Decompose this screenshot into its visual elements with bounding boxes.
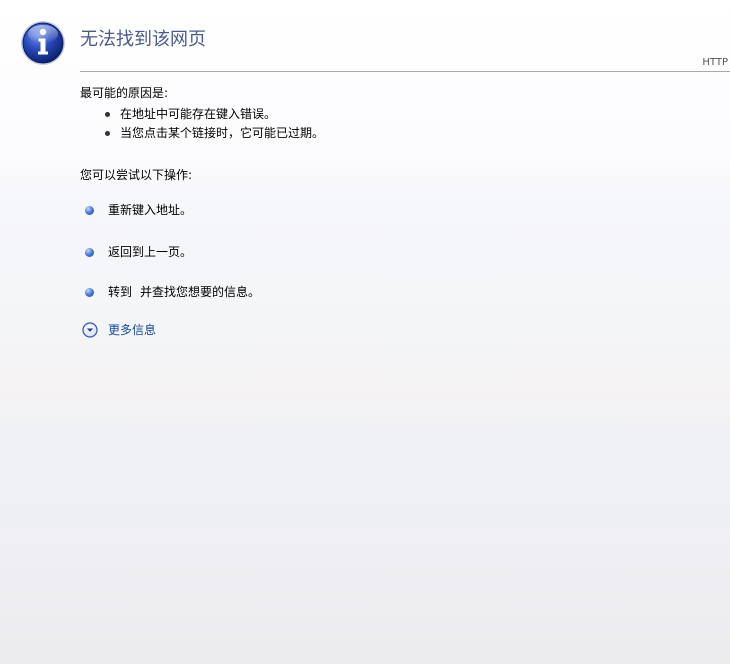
bullet-dot-icon (105, 131, 110, 136)
action-search-prefix: 转到 (108, 285, 133, 299)
title-divider (80, 71, 730, 72)
bullet-dot-icon (105, 112, 110, 117)
info-icon (21, 21, 65, 65)
causes-heading: 最可能的原因是: (80, 86, 169, 100)
cause-text: 在地址中可能存在键入错误。 (120, 107, 277, 121)
list-item: 在地址中可能存在键入错误。 (104, 107, 324, 126)
actions-heading: 您可以尝试以下操作: (80, 168, 193, 182)
expand-down-icon[interactable] (82, 322, 98, 338)
error-code: HTTP (702, 57, 728, 68)
more-info-link[interactable]: 更多信息 (108, 323, 156, 337)
more-info-toggle[interactable]: 更多信息 (82, 322, 156, 338)
blue-ball-bullet-icon (85, 205, 94, 215)
blue-ball-bullet-icon (85, 287, 94, 297)
action-search-suffix: 并查找您想要的信息。 (140, 285, 261, 299)
action-go-back: 返回到上一页。 (85, 244, 192, 260)
blue-ball-bullet-icon (85, 247, 94, 257)
action-text: 返回到上一页。 (108, 245, 193, 259)
action-text: 转到 并查找您想要的信息。 (108, 285, 260, 299)
page-title: 无法找到该网页 (80, 29, 206, 50)
list-item: 当您点击某个链接时，它可能已过期。 (104, 126, 324, 145)
action-search: 转到 并查找您想要的信息。 (85, 284, 260, 300)
cause-text: 当您点击某个链接时，它可能已过期。 (120, 126, 325, 140)
causes-list: 在地址中可能存在键入错误。 当您点击某个链接时，它可能已过期。 (104, 107, 324, 145)
action-retype-address: 重新键入地址。 (85, 202, 192, 218)
action-text: 重新键入地址。 (108, 203, 193, 217)
